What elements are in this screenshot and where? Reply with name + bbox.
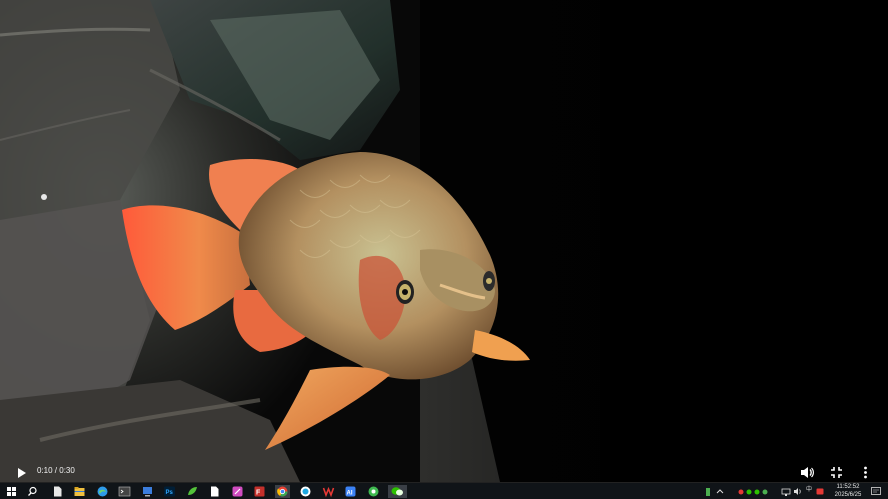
pen-app-icon [232,486,243,497]
taskbar-pc-manager[interactable] [141,485,154,498]
player-controls: 0:10 / 0:30 [0,462,888,482]
taskbar-capture-app[interactable] [299,485,312,498]
tray-battery[interactable] [704,485,712,498]
taskbar-file-explorer[interactable] [73,485,86,498]
battery-icon [706,488,710,496]
chrome-icon [277,486,288,497]
tray-show-hidden[interactable] [716,485,724,498]
edge-icon [97,486,108,497]
wechat-icon [391,487,403,496]
terminal-icon [118,486,131,497]
network-icon [781,488,791,496]
notification-center-button[interactable] [870,485,882,498]
search-icon [28,486,37,496]
tray-volume[interactable] [793,485,803,498]
volume-button[interactable] [799,465,814,480]
video-frame[interactable]: 0:10 / 0:30 [0,0,888,482]
capture-app-icon [300,486,311,497]
taskbar-terminal[interactable] [118,485,131,498]
file-explorer-icon [74,487,85,496]
taskbar-pen-app[interactable] [231,485,244,498]
windows-taskbar: Ps F AI 中 11:52:52 2025/6/25 [0,482,888,499]
arowana-fish-video-image [0,0,888,482]
wps-icon [322,486,335,498]
taskbar-wechat[interactable] [388,485,407,498]
more-options-button[interactable] [858,465,873,480]
tray-apps-icon [738,489,768,495]
file-icon [54,486,62,497]
exit-fullscreen-button[interactable] [829,465,844,480]
taskbar-photoshop[interactable]: Ps [163,485,176,498]
taskbar-filezilla[interactable]: F [253,485,266,498]
tray-app-icons[interactable] [736,485,770,498]
play-icon [18,468,26,478]
speaker-icon [794,488,801,495]
taskbar-green-circle-app[interactable] [367,485,380,498]
taskbar-edge[interactable] [96,485,109,498]
volume-icon [801,467,814,478]
start-icon [7,487,16,496]
svg-text:F: F [256,490,261,497]
clock-date: 2025/6/25 [834,492,862,498]
tray-antivirus[interactable] [815,485,825,498]
search-button[interactable] [26,485,39,498]
taskbar-document[interactable] [208,485,221,498]
clock-time: 11:52:52 [836,484,860,490]
ai-app-icon: AI [345,486,356,497]
play-button[interactable] [14,465,30,481]
exit-fullscreen-icon [831,467,842,478]
svg-text:Ps: Ps [166,490,174,496]
start-button[interactable] [5,485,18,498]
green-circle-app-icon [368,486,379,497]
shield-icon [816,488,824,495]
taskbar-green-app[interactable] [186,485,199,498]
app-green-icon [188,487,197,495]
filezilla-icon: F [254,486,265,497]
pc-manager-icon [143,487,152,497]
ime-indicator[interactable]: 中 [806,487,812,494]
document-icon [211,486,219,497]
taskbar-chrome[interactable] [275,485,290,498]
svg-text:AI: AI [347,491,353,497]
playback-time: 0:10 / 0:30 [37,466,75,475]
taskbar-clock[interactable]: 11:52:52 2025/6/25 [826,483,870,499]
tray-network[interactable] [781,485,791,498]
chevron-up-icon [716,489,724,494]
notification-icon [871,487,881,495]
taskbar-ai-app[interactable]: AI [344,485,357,498]
taskbar-wps[interactable] [322,485,335,498]
taskbar-file[interactable] [51,485,64,498]
photoshop-icon: Ps [164,486,175,497]
more-vertical-icon [864,466,867,479]
